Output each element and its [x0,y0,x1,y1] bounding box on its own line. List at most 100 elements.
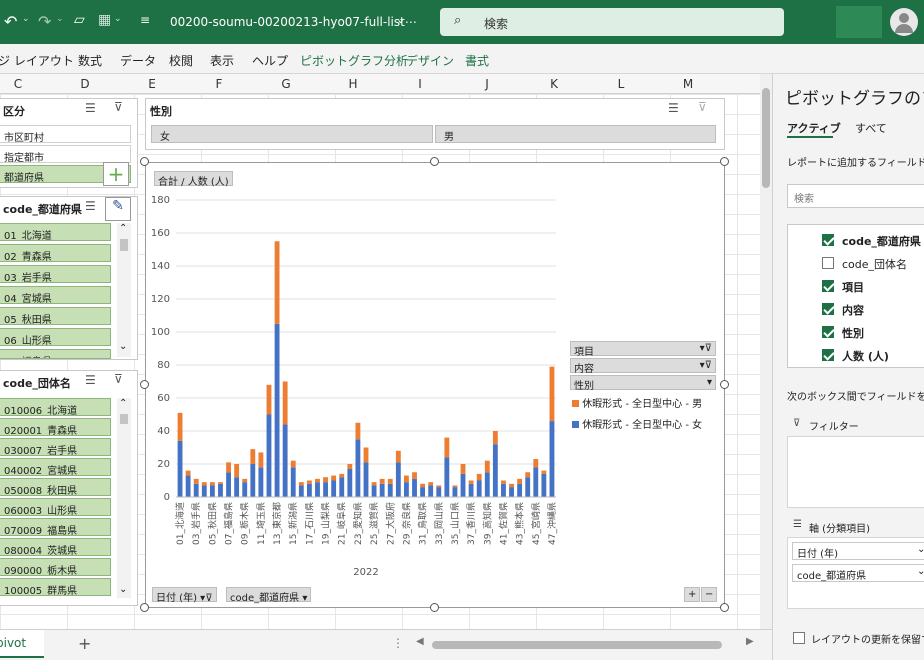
resize-handle[interactable] [430,157,439,166]
tab-review[interactable]: 校閲 [169,52,193,69]
multi-select-icon[interactable]: ☰ [85,373,96,387]
tab-help[interactable]: ヘルプ [252,52,288,69]
resize-handle[interactable] [720,603,729,612]
plus-icon[interactable]: + [103,162,129,186]
slicer-item[interactable]: 070009_福島県 [0,518,111,536]
field-checkbox[interactable] [822,349,834,361]
slicer-item[interactable]: 04_宮城県 [0,286,111,304]
axis-field-button-year[interactable]: 日付 (年) ▾⊽ [152,587,217,604]
clear-filter-icon[interactable]: ⊽ [114,100,123,114]
clear-filter-icon[interactable]: ⊽ [114,372,123,386]
column-header[interactable]: J [477,77,497,91]
column-header[interactable]: I [410,77,430,91]
open-folder-icon[interactable]: ▱ [74,12,85,28]
slicer-item[interactable]: 060003_山形県 [0,498,111,516]
axis-field-button-prefecture[interactable]: code_都道府県 ▾ [226,587,312,604]
slicer-item[interactable]: 01_北海道 [0,223,111,241]
slicer-item[interactable]: 06_山形県 [0,328,111,346]
field-label[interactable]: 内容 [842,302,864,318]
column-header[interactable]: L [611,77,631,91]
axis-field-chip[interactable]: code_都道府県 ⌄ [792,564,924,582]
field-checkbox[interactable] [822,280,834,292]
slicer-item[interactable]: 02_青森県 [0,244,111,262]
clear-filter-icon[interactable]: ⊽ [698,100,707,114]
field-checkbox[interactable] [822,303,834,315]
slicer-item[interactable]: 010006_北海道 [0,398,111,416]
column-header[interactable]: C [8,77,28,91]
column-header[interactable]: K [544,77,564,91]
resize-handle[interactable] [140,380,149,389]
scroll-thumb[interactable] [762,88,770,188]
slicer-item[interactable]: 市区町村 [0,125,131,143]
tab-data[interactable]: データ [120,52,156,69]
tab-all[interactable]: すべて [855,120,887,136]
tab-page-layout[interactable]: ジ レイアウト [0,52,74,69]
slicer-item[interactable]: 090000_栃木県 [0,558,111,576]
tab-format[interactable]: 書式 [465,52,489,69]
chevron-down-icon[interactable]: ⌄ [119,584,127,595]
slicer-item[interactable]: 020001_青森県 [0,418,111,436]
column-header[interactable]: M [678,77,698,91]
field-checkbox[interactable] [822,234,834,246]
multi-select-icon[interactable]: ☰ [85,101,96,115]
filter-dropdown-icon[interactable]: ▾⊽ [700,343,712,354]
column-header[interactable]: E [142,77,162,91]
slicer-item[interactable]: 03_岩手県 [0,265,111,283]
slicer-organization[interactable]: code_団体名 ☰ ⊽ 010006_北海道 020001_青森県 03000… [0,370,138,606]
resize-handle[interactable] [140,603,149,612]
tab-pivotchart-analyze[interactable]: ピボットグラフ分析 [300,52,408,69]
dropdown-icon[interactable]: ▾ [302,593,307,604]
column-header[interactable]: F [209,77,229,91]
slicer-item[interactable]: 100005_群馬県 [0,578,111,596]
dropdown-icon[interactable]: ▾ [707,377,712,388]
defer-update-checkbox[interactable] [793,632,805,644]
expand-button[interactable]: + [684,587,701,602]
chevron-down-icon[interactable]: ⌄ [396,13,405,26]
undo-icon[interactable]: ↶ [4,12,17,31]
column-header[interactable]: H [343,77,363,91]
sheet-vertical-scrollbar[interactable] [760,74,772,629]
slicer-item[interactable]: 男 [435,125,716,143]
collapse-button[interactable]: − [701,587,718,602]
horizontal-scroll-thumb[interactable] [432,641,722,649]
profile-area[interactable] [836,6,882,38]
slicer-scrollbar[interactable]: ⌃ ⌄ [117,398,131,598]
resize-handle[interactable] [430,603,439,612]
customize-toolbar-icon[interactable]: ≡ [140,13,150,27]
multi-select-icon[interactable]: ☰ [668,101,679,115]
field-search-input[interactable]: 検索 [787,184,924,208]
avatar[interactable] [890,8,918,36]
more-options-icon[interactable]: ⋮ [392,636,404,650]
filter-dropdown-icon[interactable]: ▾⊽ [700,360,712,371]
field-label[interactable]: 性別 [842,325,864,341]
slicer-item[interactable]: 040002_宮城県 [0,458,111,476]
column-header[interactable]: G [276,77,296,91]
file-name[interactable]: 00200-soumu-00200213-hyo07-full-list⋯ [170,15,417,29]
chevron-down-icon[interactable]: ⌄ [22,14,30,24]
multi-select-icon[interactable]: ☰ [85,199,96,213]
pivot-chart[interactable]: 合計 / 人数 (人) 0 20 40 60 80 100 120 140 160 180 01_北… [145,162,725,608]
slicer-kubun[interactable]: 区分 ☰ ⊽ 市区町村 指定都市 都道府県 + [0,98,138,188]
field-button-item[interactable]: 項目 ▾⊽ [570,341,716,358]
field-button-content[interactable]: 内容 ▾⊽ [570,358,716,375]
tab-design[interactable]: デザイン [406,52,454,69]
chevron-down-icon[interactable]: ⌄ [114,14,122,24]
filter-drop-area[interactable] [787,436,924,508]
resize-handle[interactable] [720,157,729,166]
slicer-item[interactable]: 080004_茨城県 [0,538,111,556]
slicer-item[interactable]: 07_福島県 [0,349,111,359]
tab-formulas[interactable]: 数式 [78,52,102,69]
chevron-down-icon[interactable]: ⌄ [119,341,127,352]
slicer-item[interactable]: 05_秋田県 [0,307,111,325]
defer-update-label[interactable]: レイアウトの更新を保留す [811,631,924,646]
slicer-prefecture[interactable]: code_都道府県 ☰ ✎ 01_北海道 02_青森県 03_岩手県 04_宮城… [0,196,138,360]
filter-dropdown-icon[interactable]: ▾⊽ [200,593,212,604]
redo-icon[interactable]: ↷ [38,12,51,31]
slicer-scrollbar[interactable]: ⌃ ⌄ [117,223,131,357]
column-header[interactable]: D [75,77,95,91]
chevron-down-icon[interactable]: ⌄ [56,14,64,24]
brush-icon[interactable]: ✎ [105,197,131,221]
slicer-item[interactable]: 050008_秋田県 [0,478,111,496]
chevron-up-icon[interactable]: ⌃ [119,223,127,234]
tab-active[interactable]: アクティブ [787,120,841,136]
